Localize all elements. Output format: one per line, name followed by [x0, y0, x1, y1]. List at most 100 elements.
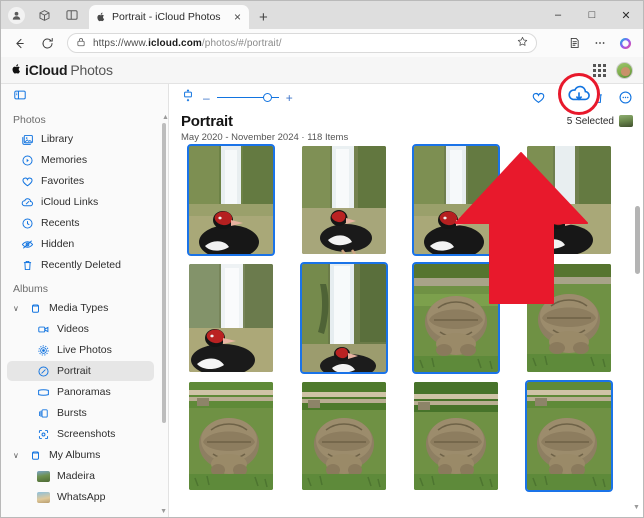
- browser-tab[interactable]: Portrait - iCloud Photos ×: [89, 5, 249, 29]
- scroll-down-arrow-icon[interactable]: ▼: [160, 508, 167, 515]
- apple-logo-icon: [11, 63, 22, 75]
- photo-thumbnail[interactable]: [301, 382, 386, 490]
- scroll-up-arrow-icon[interactable]: ▲: [162, 114, 168, 121]
- account-avatar[interactable]: [616, 61, 633, 79]
- photo-cell[interactable]: [294, 146, 395, 254]
- chevron-down-icon[interactable]: ∨: [13, 451, 22, 460]
- address-bar[interactable]: https://www.icloud.com/photos/#/portrait…: [67, 33, 537, 53]
- sidebar-item-screenshots[interactable]: Screenshots: [7, 424, 154, 444]
- photo-thumbnail[interactable]: [412, 262, 501, 374]
- app-grid-icon[interactable]: [593, 63, 606, 77]
- delete-icon[interactable]: [590, 90, 606, 106]
- zoom-slider-knob[interactable]: [262, 93, 272, 102]
- back-arrow-icon[interactable]: [7, 31, 31, 55]
- chevron-down-icon[interactable]: ∨: [13, 304, 22, 313]
- download-icon[interactable]: [557, 90, 579, 106]
- sidebar-section-albums: Albums: [13, 283, 49, 295]
- zoom-out-button[interactable]: –: [203, 92, 210, 104]
- main-scrollbar-thumb[interactable]: [635, 206, 640, 274]
- photo-cell[interactable]: [181, 382, 282, 490]
- maximize-button[interactable]: □: [575, 1, 609, 29]
- sidebar-item-panoramas[interactable]: Panoramas: [7, 382, 154, 402]
- photo-thumbnail[interactable]: [189, 382, 274, 490]
- photo-thumbnail[interactable]: [189, 264, 274, 372]
- sidebar-item-madeira[interactable]: Madeira: [7, 466, 154, 486]
- view-options-icon[interactable]: [181, 88, 195, 108]
- star-icon[interactable]: [517, 34, 528, 52]
- sidebar-item-label: My Albums: [49, 449, 101, 461]
- photo-thumbnail[interactable]: [301, 146, 386, 254]
- photo-thumbnail[interactable]: [187, 144, 276, 256]
- tab-close-button[interactable]: ×: [232, 11, 243, 23]
- sidebar-item-label: iCloud Links: [41, 196, 99, 208]
- collections-icon[interactable]: [563, 31, 587, 55]
- sidebar-item-label: WhatsApp: [57, 491, 106, 503]
- sidebar-item-whatsapp[interactable]: WhatsApp: [7, 487, 154, 507]
- profile-avatar-icon[interactable]: [7, 6, 25, 24]
- scroll-down-arrow-icon[interactable]: ▼: [633, 504, 640, 511]
- photo-thumbnail[interactable]: [299, 262, 388, 374]
- sidebar-item-portrait[interactable]: Portrait: [7, 361, 154, 381]
- sidebar-scrollbar[interactable]: ▲: [162, 114, 168, 503]
- sidebar-item-videos[interactable]: Videos: [7, 319, 154, 339]
- sidebar-item-label: Panoramas: [57, 386, 111, 398]
- photo-cell[interactable]: [406, 144, 507, 256]
- photo-cell[interactable]: [294, 382, 395, 490]
- photo-thumbnail[interactable]: [524, 380, 613, 492]
- photo-cell[interactable]: [294, 262, 395, 374]
- trash-icon: [21, 259, 34, 272]
- sidebar-item-icloud-links[interactable]: iCloud Links: [7, 192, 154, 212]
- sidebar-item-library[interactable]: Library: [7, 129, 154, 149]
- sidebar-toggle-icon[interactable]: [13, 88, 27, 107]
- ellipsis-icon[interactable]: [588, 31, 612, 55]
- minimize-button[interactable]: –: [541, 1, 575, 29]
- photo-cell[interactable]: [519, 146, 620, 254]
- workspaces-icon[interactable]: [35, 6, 53, 24]
- site-info-icon[interactable]: [76, 34, 86, 52]
- photo-cell[interactable]: [519, 380, 620, 492]
- tab-search-icon[interactable]: [63, 6, 81, 24]
- page-title: Portrait: [181, 113, 233, 130]
- new-tab-button[interactable]: +: [259, 10, 268, 25]
- folder-icon: [29, 449, 42, 462]
- photo-thumbnail[interactable]: [526, 146, 611, 254]
- icloud-brand[interactable]: iCloud Photos: [11, 62, 113, 78]
- sidebar-item-label: Screenshots: [57, 428, 116, 440]
- copilot-icon[interactable]: [613, 31, 637, 55]
- sidebar-item-my-albums[interactable]: ∨ My Albums: [7, 445, 154, 465]
- photo-cell[interactable]: [406, 382, 507, 490]
- sidebar-item-favorites[interactable]: Favorites: [7, 171, 154, 191]
- bursts-icon: [37, 407, 50, 420]
- zoom-slider[interactable]: [216, 93, 279, 103]
- reload-icon[interactable]: [35, 31, 59, 55]
- sidebar-scrollbar-thumb[interactable]: [162, 123, 166, 423]
- main-scrollbar[interactable]: ▼: [633, 144, 640, 511]
- photo-cell[interactable]: [181, 144, 282, 256]
- photo-thumbnail[interactable]: [526, 264, 611, 372]
- thumbnail-size-control[interactable]: – +: [203, 92, 293, 104]
- address-bar-url: https://www.icloud.com/photos/#/portrait…: [93, 37, 282, 49]
- sidebar-item-hidden[interactable]: Hidden: [7, 234, 154, 254]
- selection-preview-thumb: [619, 115, 633, 127]
- photo-cell[interactable]: [519, 264, 620, 372]
- sidebar-item-live-photos[interactable]: Live Photos: [7, 340, 154, 360]
- favorite-icon[interactable]: [530, 90, 546, 106]
- sidebar-item-memories[interactable]: Memories: [7, 150, 154, 170]
- close-button[interactable]: ✕: [609, 1, 643, 29]
- zoom-in-button[interactable]: +: [286, 92, 293, 104]
- photo-library-icon: [21, 133, 34, 146]
- photo-thumbnail[interactable]: [414, 382, 499, 490]
- sidebar-item-bursts[interactable]: Bursts: [7, 403, 154, 423]
- photo-cell[interactable]: [181, 264, 282, 372]
- sidebar-item-media-types[interactable]: ∨ Media Types: [7, 298, 154, 318]
- sidebar-item-label: Madeira: [57, 470, 95, 482]
- photo-thumbnail[interactable]: [412, 144, 501, 256]
- eye-slash-icon: [21, 238, 34, 251]
- selection-status: 5 Selected: [567, 115, 633, 127]
- sidebar-item-label: Portrait: [57, 365, 91, 377]
- photo-cell[interactable]: [406, 262, 507, 374]
- sidebar-item-recently-deleted[interactable]: Recently Deleted: [7, 255, 154, 275]
- tab-title: Portrait - iCloud Photos: [112, 11, 221, 23]
- more-options-icon[interactable]: [617, 90, 633, 106]
- sidebar-item-recents[interactable]: Recents: [7, 213, 154, 233]
